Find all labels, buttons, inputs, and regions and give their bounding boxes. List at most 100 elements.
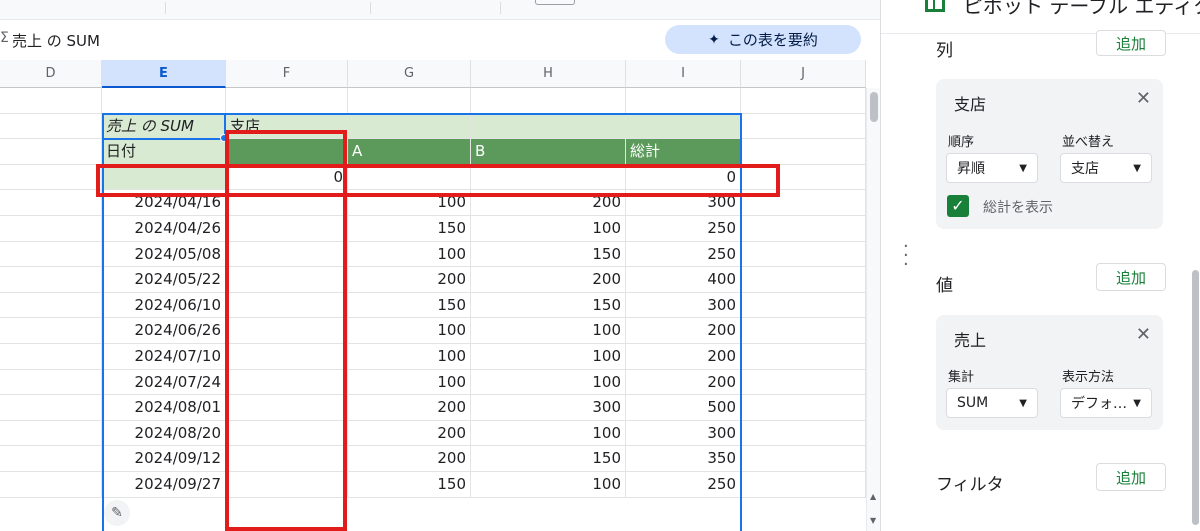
close-icon[interactable]: ✕ — [1136, 88, 1151, 109]
branch-b-value-cell[interactable]: 200 — [471, 190, 626, 216]
branch-b-value-cell[interactable]: 100 — [471, 420, 626, 447]
blank-total-cell[interactable]: 0 — [626, 164, 741, 191]
grid-cell[interactable] — [741, 113, 866, 140]
branch-a-value-cell[interactable]: 200 — [348, 420, 471, 447]
spreadsheet-grid[interactable]: D E F G H I J 売上 の SUM 支店 日付 A B 総計 0 0 2024/04/… — [0, 60, 880, 531]
column-header-h[interactable]: H — [471, 60, 626, 88]
summarize-by-dropdown[interactable]: SUM ▼ — [946, 388, 1038, 418]
grid-cell[interactable] — [0, 472, 102, 498]
column-header-i[interactable]: I — [626, 60, 741, 88]
date-cell[interactable]: 2024/09/12 — [102, 446, 226, 472]
grid-cell[interactable] — [471, 164, 626, 191]
total-value-cell[interactable]: 200 — [626, 369, 741, 396]
total-value-cell[interactable]: 300 — [626, 190, 741, 216]
pivot-column-field-header[interactable]: 支店 — [226, 113, 348, 140]
date-cell[interactable]: 2024/07/10 — [102, 344, 226, 370]
add-filter-button[interactable]: 追加 — [1096, 463, 1166, 491]
sort-dropdown[interactable]: 支店 ▼ — [1060, 153, 1152, 183]
summarize-table-button[interactable]: ✦ この表を要約 — [665, 25, 861, 54]
branch-a-value-cell[interactable]: 100 — [348, 190, 471, 216]
formula-input[interactable]: 売上 の SUM — [12, 30, 100, 51]
total-value-cell[interactable]: 200 — [626, 318, 741, 344]
grid-cell[interactable] — [741, 420, 866, 447]
grid-cell[interactable] — [741, 241, 866, 268]
grid-cell[interactable] — [741, 395, 866, 421]
grid-cell[interactable] — [0, 344, 102, 370]
grid-cell[interactable] — [0, 369, 102, 396]
pencil-icon[interactable]: ✎ — [104, 500, 130, 526]
grid-cell[interactable] — [0, 88, 102, 114]
fill-handle[interactable] — [220, 134, 228, 142]
grid-cell[interactable] — [741, 318, 866, 344]
add-value-button[interactable]: 追加 — [1096, 263, 1166, 291]
branch-a-header[interactable]: A — [348, 139, 471, 165]
grid-cell[interactable] — [226, 216, 348, 242]
grid-cell[interactable] — [226, 241, 348, 268]
grid-cell[interactable] — [0, 267, 102, 293]
branch-b-value-cell[interactable]: 100 — [471, 216, 626, 242]
grid-cell[interactable] — [741, 164, 866, 191]
branch-b-value-cell[interactable]: 200 — [471, 267, 626, 293]
scroll-down-icon[interactable]: ▼ — [870, 516, 876, 525]
grid-cell[interactable] — [741, 216, 866, 242]
grid-cell[interactable] — [0, 292, 102, 319]
scroll-up-icon[interactable]: ▲ — [870, 492, 876, 501]
total-value-cell[interactable]: 400 — [626, 267, 741, 293]
grid-cell[interactable] — [741, 292, 866, 319]
column-header-g[interactable]: G — [348, 60, 471, 88]
branch-a-value-cell[interactable]: 150 — [348, 216, 471, 242]
grid-cell[interactable] — [741, 88, 866, 114]
branch-b-value-cell[interactable]: 100 — [471, 369, 626, 396]
column-header-j[interactable]: J — [741, 60, 866, 88]
grid-cell[interactable] — [226, 318, 348, 344]
date-cell[interactable]: 2024/08/20 — [102, 420, 226, 447]
grid-cell[interactable] — [0, 446, 102, 472]
panel-scrollbar[interactable] — [1192, 270, 1199, 525]
show-as-dropdown[interactable]: デフォ… ▼ — [1060, 388, 1152, 418]
grid-cell[interactable] — [226, 139, 348, 165]
grid-cell[interactable] — [741, 267, 866, 293]
grid-cell[interactable] — [348, 164, 471, 191]
blank-row-label[interactable] — [102, 164, 226, 191]
branch-b-value-cell[interactable]: 100 — [471, 318, 626, 344]
grid-cell[interactable] — [0, 216, 102, 242]
date-cell[interactable]: 2024/08/01 — [102, 395, 226, 421]
total-value-cell[interactable]: 350 — [626, 446, 741, 472]
grid-cell[interactable] — [102, 88, 226, 114]
grid-cell[interactable] — [741, 139, 866, 165]
grid-cell[interactable] — [0, 139, 102, 165]
grid-cell[interactable] — [348, 113, 471, 140]
branch-a-value-cell[interactable]: 200 — [348, 267, 471, 293]
total-value-cell[interactable]: 250 — [626, 216, 741, 242]
show-totals-checkbox[interactable]: ✓ — [947, 195, 969, 217]
branch-b-value-cell[interactable]: 300 — [471, 395, 626, 421]
grid-cell[interactable] — [471, 88, 626, 114]
branch-b-value-cell[interactable]: 150 — [471, 446, 626, 472]
total-value-cell[interactable]: 500 — [626, 395, 741, 421]
grid-cell[interactable] — [226, 420, 348, 447]
date-cell[interactable]: 2024/07/24 — [102, 369, 226, 396]
grid-cell[interactable] — [741, 369, 866, 396]
grid-cell[interactable] — [741, 472, 866, 498]
grid-cell[interactable] — [226, 369, 348, 396]
grid-cell[interactable] — [226, 472, 348, 498]
column-header-d[interactable]: D — [0, 60, 102, 88]
vertical-scrollbar[interactable]: ▲ ▼ — [866, 88, 880, 531]
grid-cell[interactable] — [226, 344, 348, 370]
grid-cell[interactable] — [226, 190, 348, 216]
total-value-cell[interactable]: 250 — [626, 472, 741, 498]
close-icon[interactable]: ✕ — [1136, 324, 1151, 345]
grid-cell[interactable] — [626, 88, 741, 114]
blank-value-cell[interactable]: 0 — [226, 164, 348, 191]
order-dropdown[interactable]: 昇順 ▼ — [946, 153, 1038, 183]
branch-b-value-cell[interactable]: 100 — [471, 472, 626, 498]
date-cell[interactable]: 2024/05/08 — [102, 241, 226, 268]
grid-cell[interactable] — [741, 344, 866, 370]
toolbar-input[interactable] — [535, 0, 575, 5]
total-value-cell[interactable]: 300 — [626, 292, 741, 319]
total-value-cell[interactable]: 300 — [626, 420, 741, 447]
column-header-e[interactable]: E — [102, 60, 226, 88]
total-value-cell[interactable]: 200 — [626, 344, 741, 370]
branch-a-value-cell[interactable]: 200 — [348, 395, 471, 421]
branch-a-value-cell[interactable]: 100 — [348, 318, 471, 344]
